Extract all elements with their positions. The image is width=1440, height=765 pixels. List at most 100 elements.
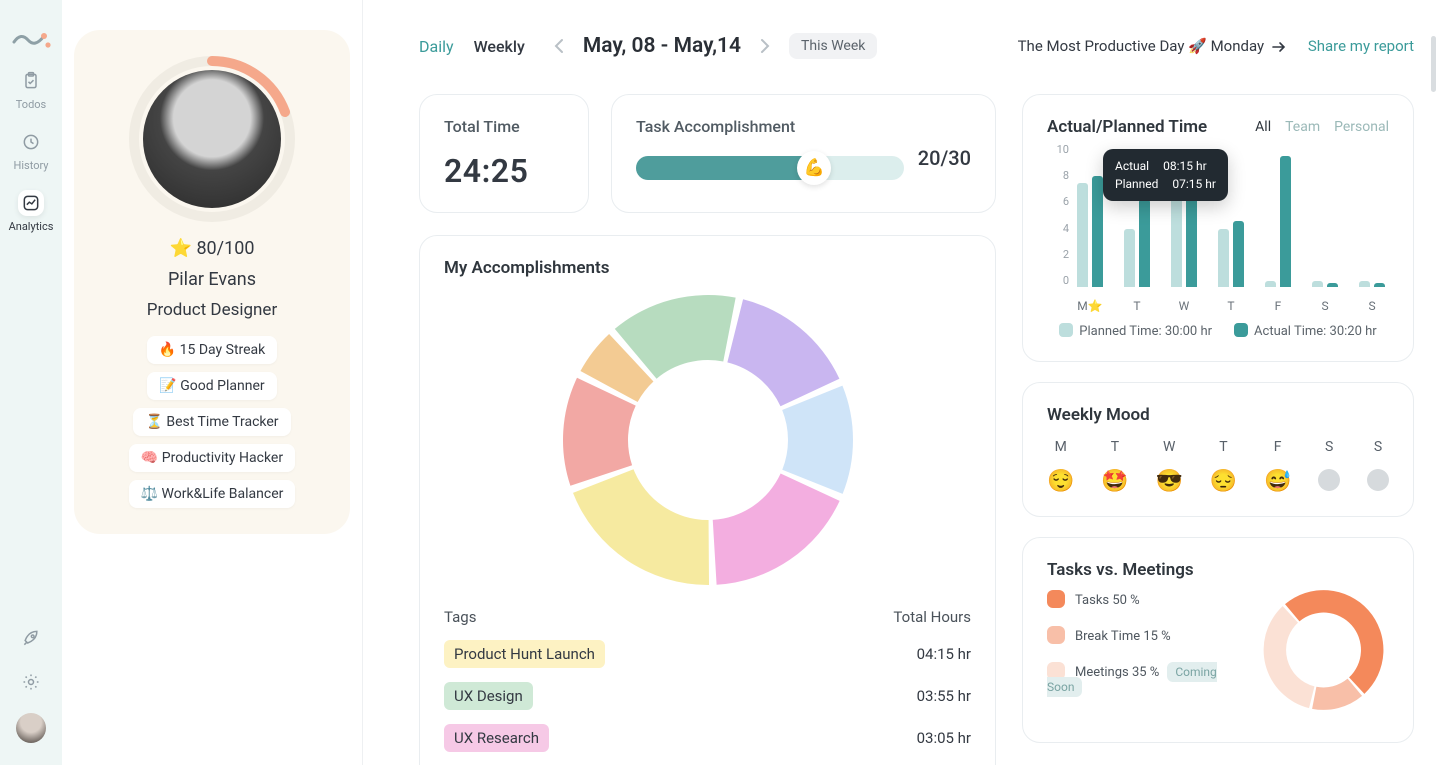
- history-icon: [18, 129, 44, 155]
- tag-row: UX Research 03:05 hr: [444, 724, 971, 752]
- chevron-right-icon[interactable]: [753, 34, 777, 58]
- tag-hours: 04:15 hr: [917, 645, 971, 663]
- chevron-left-icon[interactable]: [547, 34, 571, 58]
- badge-list: 🔥 15 Day Streak📝 Good Planner⏳ Best Time…: [88, 336, 336, 508]
- tab-weekly[interactable]: Weekly: [474, 37, 525, 56]
- tag-hours: 03:05 hr: [917, 729, 971, 747]
- apt-tab-all[interactable]: All: [1255, 119, 1271, 135]
- mood-day-label: T: [1111, 439, 1119, 455]
- tag-hours: 03:55 hr: [917, 687, 971, 705]
- actual-planned-card: Actual/Planned Time All Team Personal 10…: [1022, 94, 1414, 362]
- mood-day[interactable]: F😅: [1264, 439, 1291, 494]
- mood-day-label: W: [1163, 439, 1175, 455]
- xaxis-label: F: [1261, 299, 1295, 313]
- mood-day[interactable]: M😌: [1047, 439, 1074, 494]
- coming-soon-badge: Coming Soon: [1047, 662, 1217, 697]
- arrow-right-icon: [1272, 41, 1286, 53]
- bar-group[interactable]: [1261, 143, 1295, 287]
- productive-day[interactable]: The Most Productive Day 🚀 Monday: [1018, 37, 1286, 55]
- tvs-donut-chart: [1258, 580, 1389, 720]
- bar-planned: [1077, 183, 1088, 287]
- nav-settings[interactable]: [18, 669, 44, 695]
- mood-title: Weekly Mood: [1047, 405, 1389, 425]
- mood-day-label: S: [1374, 439, 1382, 455]
- xaxis-label: W: [1167, 299, 1201, 313]
- donut-slice: [782, 386, 853, 494]
- donut-slice: [1264, 606, 1315, 708]
- nav-upgrade[interactable]: [18, 625, 44, 651]
- bar-group[interactable]: [1073, 143, 1107, 287]
- tag-row: Product Hunt Launch 04:15 hr: [444, 640, 971, 668]
- topbar: Daily Weekly May, 08 - May,14 This Week …: [419, 24, 1414, 68]
- mood-day[interactable]: S: [1367, 439, 1389, 494]
- nav-rail: Todos History Analytics: [0, 0, 62, 765]
- rail-avatar[interactable]: [16, 713, 46, 743]
- scrollbar-thumb[interactable]: [1431, 36, 1436, 92]
- bar-actual: [1092, 176, 1103, 287]
- bar-group[interactable]: [1308, 143, 1342, 287]
- tags-header: Tags Total Hours: [444, 608, 971, 626]
- tag-chip[interactable]: UX Research: [444, 724, 549, 752]
- productive-value: Monday: [1211, 37, 1265, 55]
- this-week-pill[interactable]: This Week: [789, 33, 877, 59]
- mood-day[interactable]: S: [1318, 439, 1340, 494]
- xaxis-label: M⭐️: [1073, 299, 1107, 313]
- view-toggle: Daily Weekly: [419, 37, 525, 56]
- nav-label: Analytics: [9, 220, 54, 233]
- profile-score: ⭐️ 80/100: [88, 238, 336, 259]
- mood-empty-dot: [1318, 469, 1340, 491]
- tag-chip[interactable]: Product Hunt Launch: [444, 640, 605, 668]
- mood-day[interactable]: T🤩: [1101, 439, 1128, 494]
- mood-emoji: 😅: [1264, 469, 1291, 494]
- donut-wrap: [444, 290, 971, 590]
- apt-bar-chart: 1086420 M⭐️TWTFSS Actual08:15 hr Planned…: [1047, 143, 1389, 313]
- bar-planned: [1265, 281, 1276, 287]
- mood-day[interactable]: T😔: [1210, 439, 1237, 494]
- tvs-title: Tasks vs. Meetings: [1047, 560, 1389, 580]
- main-area: Daily Weekly May, 08 - May,14 This Week …: [363, 0, 1440, 765]
- task-label: Task Accomplishment: [636, 117, 971, 136]
- avatar-wrap: [127, 54, 297, 224]
- donut-slice: [712, 474, 839, 585]
- nav-history[interactable]: History: [14, 129, 49, 172]
- apt-xaxis: M⭐️TWTFSS: [1073, 299, 1389, 313]
- left-column: Total Time 24:25 Task Accomplishment 💪 2…: [419, 94, 996, 765]
- bar-group[interactable]: [1355, 143, 1389, 287]
- xaxis-label: T: [1214, 299, 1248, 313]
- bar-planned: [1312, 281, 1323, 287]
- apt-tab-personal[interactable]: Personal: [1334, 119, 1389, 135]
- share-report-link[interactable]: Share my report: [1308, 37, 1414, 55]
- apt-tooltip: Actual08:15 hr Planned07:15 hr: [1103, 149, 1228, 201]
- nav-todos[interactable]: Todos: [16, 68, 46, 111]
- donut-slice: [727, 299, 839, 406]
- tvs-legend-item: Meetings 35 %Coming Soon: [1047, 662, 1242, 695]
- mood-day[interactable]: W😎: [1155, 439, 1182, 494]
- tvs-legend: Tasks 50 %Break Time 15 %Meetings 35 %Co…: [1047, 590, 1242, 695]
- rocket-icon: [18, 625, 44, 651]
- tab-daily[interactable]: Daily: [419, 37, 454, 56]
- bar-planned: [1171, 196, 1182, 287]
- mood-day-label: M: [1055, 439, 1067, 455]
- task-progress-bar: 💪: [636, 156, 904, 180]
- tag-chip[interactable]: UX Design: [444, 682, 533, 710]
- mood-empty-dot: [1367, 469, 1389, 491]
- mood-emoji: 😎: [1155, 469, 1182, 494]
- date-nav: May, 08 - May,14 This Week: [547, 33, 878, 59]
- mood-emoji: 😌: [1047, 469, 1074, 494]
- profile-badge: 🔥 15 Day Streak: [147, 336, 278, 364]
- mood-day-label: T: [1219, 439, 1227, 455]
- hours-header-label: Total Hours: [893, 608, 971, 626]
- total-time-value: 24:25: [444, 152, 564, 190]
- apt-tab-team[interactable]: Team: [1285, 119, 1320, 135]
- apt-legend: Planned Time: 30:00 hr Actual Time: 30:2…: [1047, 323, 1389, 339]
- nav-analytics[interactable]: Analytics: [9, 190, 54, 233]
- accomplishments-donut-chart: [558, 290, 858, 590]
- date-range: May, 08 - May,14: [583, 34, 741, 58]
- tooltip-planned: 07:15 hr: [1172, 175, 1216, 193]
- tag-list: Product Hunt Launch 04:15 hr UX Design 03…: [444, 640, 971, 752]
- mood-day-label: F: [1274, 439, 1282, 455]
- bar-actual: [1139, 199, 1150, 287]
- profile-badge: ⏳ Best Time Tracker: [133, 408, 290, 436]
- accomplishments-card: My Accomplishments Tags Total Hours Prod…: [419, 235, 996, 765]
- legend-swatch-planned: [1059, 323, 1073, 337]
